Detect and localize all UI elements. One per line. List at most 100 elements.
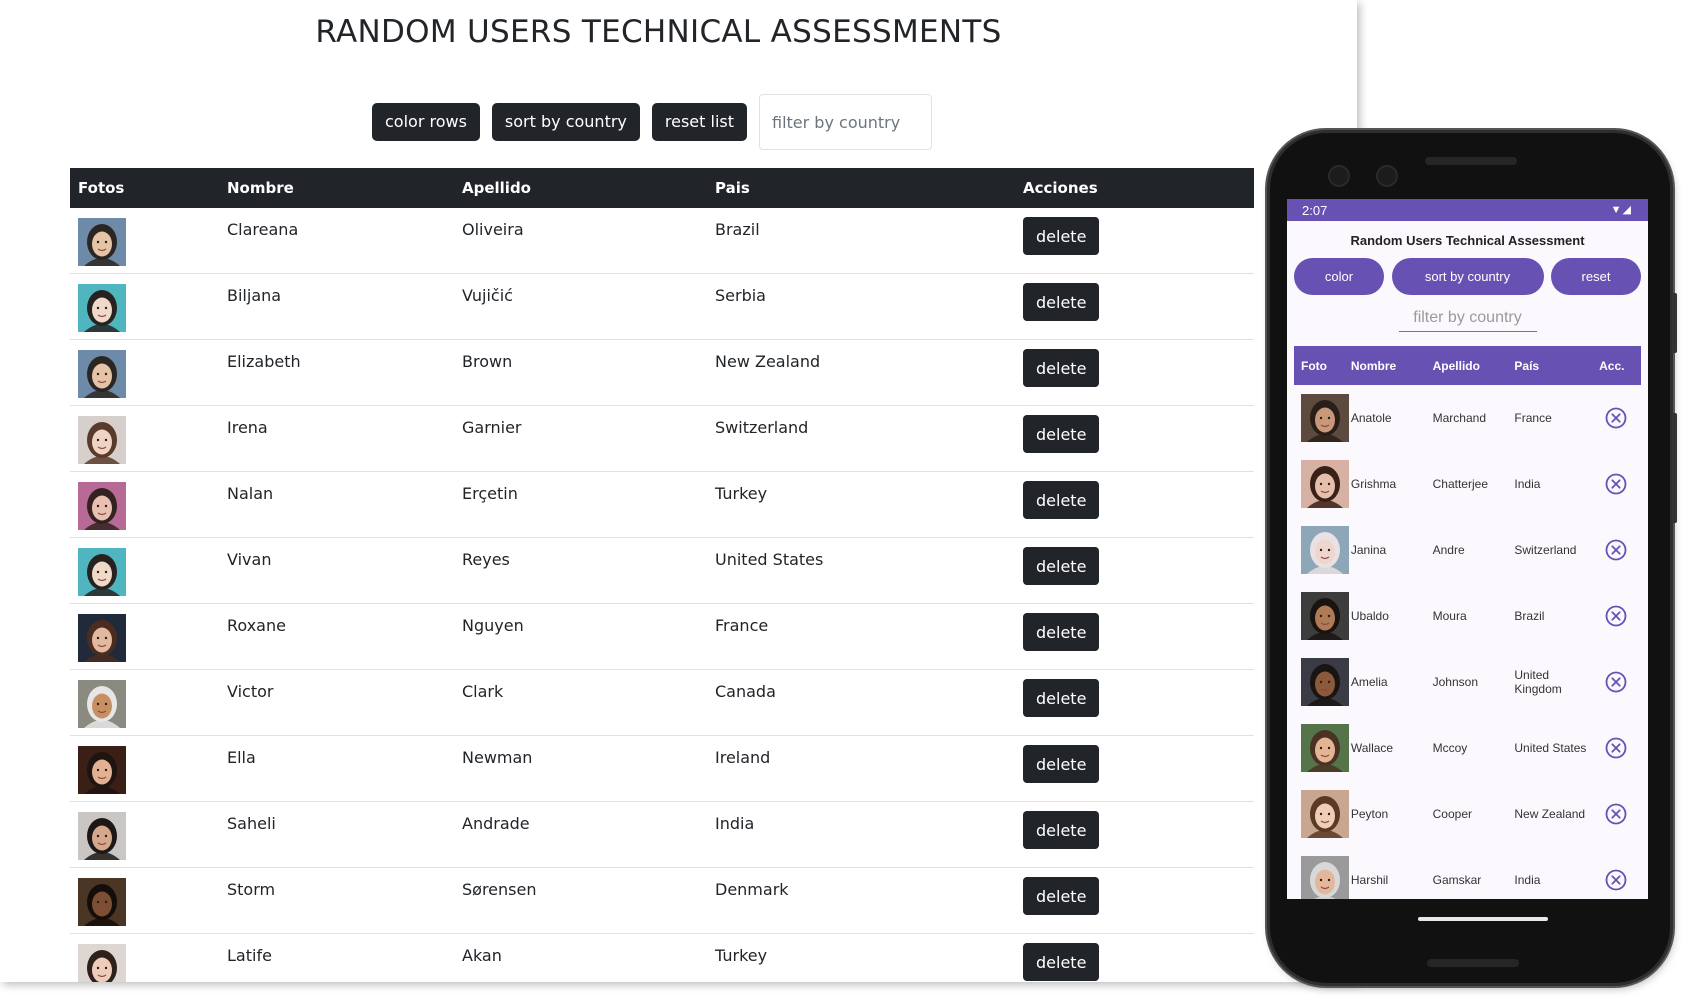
- mobile-country: Brazil: [1514, 609, 1545, 623]
- photo-cell: [70, 339, 219, 406]
- sort-by-country-button[interactable]: sort by country: [491, 103, 640, 141]
- delete-circle-x-icon[interactable]: [1605, 671, 1627, 693]
- delete-button[interactable]: delete: [1023, 283, 1100, 321]
- first-name-cell: Nalan: [219, 471, 454, 538]
- mobile-last-name: Moura: [1432, 609, 1467, 623]
- delete-button[interactable]: delete: [1023, 679, 1100, 717]
- mobile-table-body: Anatole Marchand France Grishma Chatterjee In…: [1294, 385, 1641, 899]
- delete-button[interactable]: delete: [1023, 745, 1100, 783]
- mobile-first-name: Ubaldo: [1350, 609, 1389, 623]
- delete-button[interactable]: delete: [1023, 217, 1100, 255]
- mobile-list-item: Peyton Cooper New Zealand: [1294, 781, 1641, 847]
- photo-cell: [70, 537, 219, 604]
- first-name-cell: Storm: [219, 867, 454, 934]
- actions-cell: delete: [1015, 669, 1254, 736]
- mobile-user-avatar: [1301, 592, 1349, 640]
- reset-list-button[interactable]: reset list: [651, 103, 747, 141]
- mobile-user-avatar: [1301, 394, 1349, 442]
- mobile-header-foto: Foto: [1301, 358, 1327, 373]
- delete-button[interactable]: delete: [1023, 811, 1100, 849]
- sensor-icon: [1376, 165, 1398, 187]
- photo-cell: [70, 603, 219, 670]
- country-cell: New Zealand: [707, 339, 1015, 406]
- actions-cell: delete: [1015, 471, 1254, 538]
- first-name-cell: Irena: [219, 405, 454, 472]
- delete-button[interactable]: delete: [1023, 415, 1100, 453]
- mobile-last-name: Johnson: [1432, 675, 1478, 689]
- mobile-list-item: Wallace Mccoy United States: [1294, 715, 1641, 781]
- mobile-header-nombre: Nombre: [1350, 358, 1397, 373]
- delete-button[interactable]: delete: [1023, 877, 1100, 915]
- last-name-cell: Newman: [454, 735, 707, 802]
- mobile-photo-cell: [1294, 460, 1351, 508]
- bottom-speaker: [1427, 959, 1519, 967]
- page-title: RANDOM USERS TECHNICAL ASSESSMENTS: [315, 14, 1002, 50]
- photo-cell: [70, 208, 219, 274]
- mobile-user-avatar: [1301, 790, 1349, 838]
- filter-by-country-input[interactable]: [759, 94, 932, 150]
- delete-circle-x-icon[interactable]: [1605, 737, 1627, 759]
- home-indicator[interactable]: [1418, 917, 1548, 921]
- mobile-photo-cell: [1294, 790, 1351, 838]
- country-cell: Canada: [707, 669, 1015, 736]
- mobile-delete-cell: [1599, 407, 1641, 429]
- mobile-first-name: Grishma: [1350, 477, 1397, 491]
- delete-circle-x-icon[interactable]: [1605, 407, 1627, 429]
- mobile-color-button[interactable]: color: [1294, 258, 1384, 295]
- table-row: Ella Newman Ireland delete: [70, 735, 1254, 802]
- mobile-toolbar: color sort by country reset: [1287, 258, 1648, 295]
- country-cell: Ireland: [707, 735, 1015, 802]
- table-row: Biljana Vujičić Serbia delete: [70, 273, 1254, 340]
- user-avatar: [78, 614, 126, 662]
- actions-cell: delete: [1015, 735, 1254, 802]
- delete-circle-x-icon[interactable]: [1605, 473, 1627, 495]
- delete-button[interactable]: delete: [1023, 943, 1100, 981]
- mobile-sort-by-country-button[interactable]: sort by country: [1391, 258, 1544, 295]
- photo-cell: [70, 735, 219, 802]
- mobile-last-name: Mccoy: [1432, 741, 1468, 755]
- delete-circle-x-icon[interactable]: [1605, 539, 1627, 561]
- mobile-list-item: Harshil Gamskar India: [1294, 847, 1641, 899]
- mobile-photo-cell: [1294, 658, 1351, 706]
- last-name-cell: Akan: [454, 933, 707, 982]
- mobile-app-title: Random Users Technical Assessment: [1350, 233, 1585, 248]
- delete-button[interactable]: delete: [1023, 547, 1100, 585]
- mobile-delete-cell: [1599, 671, 1641, 693]
- photo-cell: [70, 669, 219, 736]
- actions-cell: delete: [1015, 273, 1254, 340]
- delete-button[interactable]: delete: [1023, 349, 1100, 387]
- header-acciones: Acciones: [1023, 179, 1098, 197]
- user-avatar: [78, 944, 126, 982]
- photo-cell: [70, 867, 219, 934]
- last-name-cell: Clark: [454, 669, 707, 736]
- mobile-photo-cell: [1294, 724, 1351, 772]
- mobile-first-name: Amelia: [1350, 675, 1388, 689]
- country-cell: United States: [707, 537, 1015, 604]
- color-rows-button[interactable]: color rows: [372, 103, 480, 141]
- mobile-first-name: Peyton: [1350, 807, 1389, 821]
- first-name-cell: Clareana: [219, 208, 454, 274]
- mobile-list-item: Ubaldo Moura Brazil: [1294, 583, 1641, 649]
- wifi-signal-icon: ▼◢: [1610, 204, 1632, 216]
- first-name-cell: Roxane: [219, 603, 454, 670]
- mobile-country: United Kingdom: [1514, 668, 1562, 696]
- delete-circle-x-icon[interactable]: [1605, 803, 1627, 825]
- delete-circle-x-icon[interactable]: [1605, 605, 1627, 627]
- last-name-cell: Reyes: [454, 537, 707, 604]
- first-name-cell: Victor: [219, 669, 454, 736]
- mobile-filter-input[interactable]: [1398, 307, 1537, 332]
- mobile-list-item: Anatole Marchand France: [1294, 385, 1641, 451]
- last-name-cell: Brown: [454, 339, 707, 406]
- table-row: Roxane Nguyen France delete: [70, 603, 1254, 670]
- country-cell: Turkey: [707, 471, 1015, 538]
- delete-circle-x-icon[interactable]: [1605, 869, 1627, 891]
- mobile-user-avatar: [1301, 658, 1349, 706]
- front-camera-icon: [1328, 165, 1350, 187]
- phone-screen: 2:07 ▼◢ Random Users Technical Assessmen…: [1287, 199, 1648, 899]
- web-app-window: RANDOM USERS TECHNICAL ASSESSMENTS color…: [0, 0, 1357, 982]
- mobile-country: New Zealand: [1514, 807, 1586, 821]
- delete-button[interactable]: delete: [1023, 613, 1100, 651]
- delete-button[interactable]: delete: [1023, 481, 1100, 519]
- mobile-reset-button[interactable]: reset: [1551, 258, 1641, 295]
- actions-cell: delete: [1015, 867, 1254, 934]
